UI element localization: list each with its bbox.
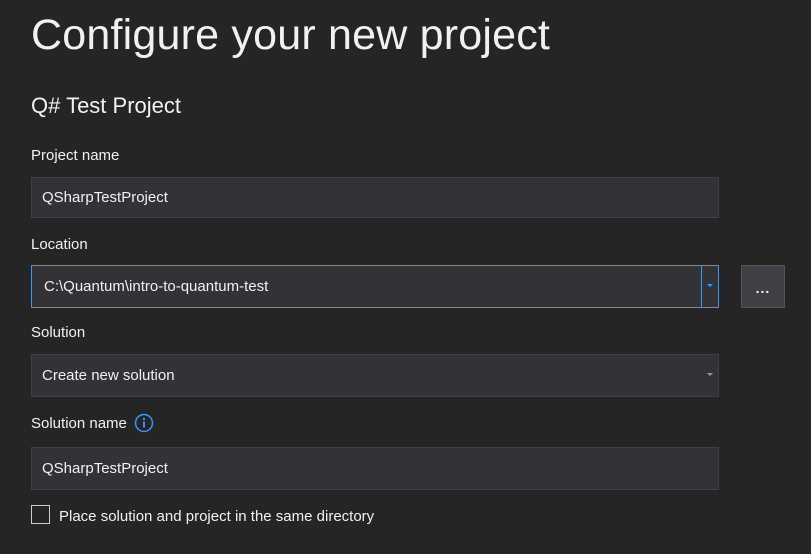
project-name-value: QSharpTestProject — [42, 189, 168, 206]
solution-dropdown-button[interactable] — [702, 355, 718, 396]
location-dropdown-button[interactable] — [701, 266, 718, 307]
chevron-down-icon — [707, 373, 713, 376]
location-label: Location — [31, 236, 88, 253]
chevron-down-icon — [707, 284, 713, 287]
solution-label: Solution — [31, 324, 86, 341]
browse-location-button[interactable]: ... — [741, 265, 785, 308]
info-icon[interactable] — [134, 413, 154, 433]
project-name-label: Project name — [31, 147, 120, 164]
same-directory-label[interactable]: Place solution and project in the same d… — [59, 508, 374, 526]
project-name-field[interactable]: QSharpTestProject — [31, 177, 719, 218]
template-name: Q# Test Project — [31, 93, 181, 118]
solution-name-value: QSharpTestProject — [42, 460, 168, 477]
solution-selected-value: Create new solution — [42, 367, 175, 384]
solution-name-field[interactable]: QSharpTestProject — [31, 447, 719, 490]
page-title: Configure your new project — [31, 11, 551, 59]
solution-name-label: Solution name — [31, 415, 127, 432]
location-combobox[interactable]: C:\Quantum\intro-to-quantum-test — [31, 265, 719, 308]
solution-dropdown[interactable]: Create new solution — [31, 354, 719, 397]
same-directory-checkbox[interactable] — [31, 505, 50, 524]
location-value: C:\Quantum\intro-to-quantum-test — [44, 278, 269, 295]
